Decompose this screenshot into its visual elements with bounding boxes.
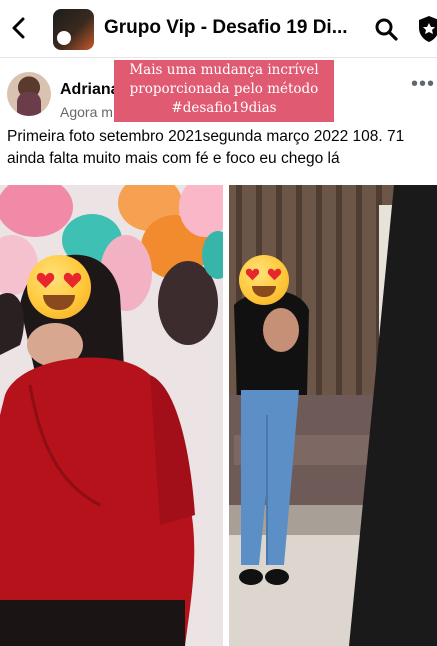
chevron-left-icon[interactable] — [8, 16, 30, 40]
group-thumb-badge — [57, 31, 71, 45]
photo-before-illustration — [0, 185, 223, 646]
post-timestamp: Agora m — [60, 104, 113, 120]
heart-eyes-emoji — [27, 255, 91, 319]
shield-icon[interactable] — [418, 15, 437, 43]
overlay-line-2: proporcionada pelo método — [129, 81, 319, 97]
post-caption: Primeira foto setembro 2021segunda março… — [7, 128, 405, 167]
top-bar: Grupo Vip - Desafio 19 Di... — [0, 0, 437, 58]
photo-after-illustration — [229, 185, 437, 646]
search-icon[interactable] — [374, 17, 398, 41]
overlay-line-3: #desafio19dias — [171, 100, 277, 116]
heart-eyes-emoji — [239, 255, 289, 305]
post-author[interactable]: Adriana — [60, 81, 120, 99]
more-dots-icon[interactable]: ••• — [411, 73, 435, 96]
group-title[interactable]: Grupo Vip - Desafio 19 Di... — [104, 17, 364, 39]
photo-after[interactable] — [229, 185, 437, 646]
promo-overlay: Mais uma mudança incrível proporcionada … — [114, 60, 334, 122]
avatar[interactable] — [7, 72, 51, 116]
photo-before[interactable] — [0, 185, 223, 646]
group-thumbnail[interactable] — [53, 9, 94, 50]
overlay-line-1: Mais uma mudança incrível — [129, 62, 319, 78]
